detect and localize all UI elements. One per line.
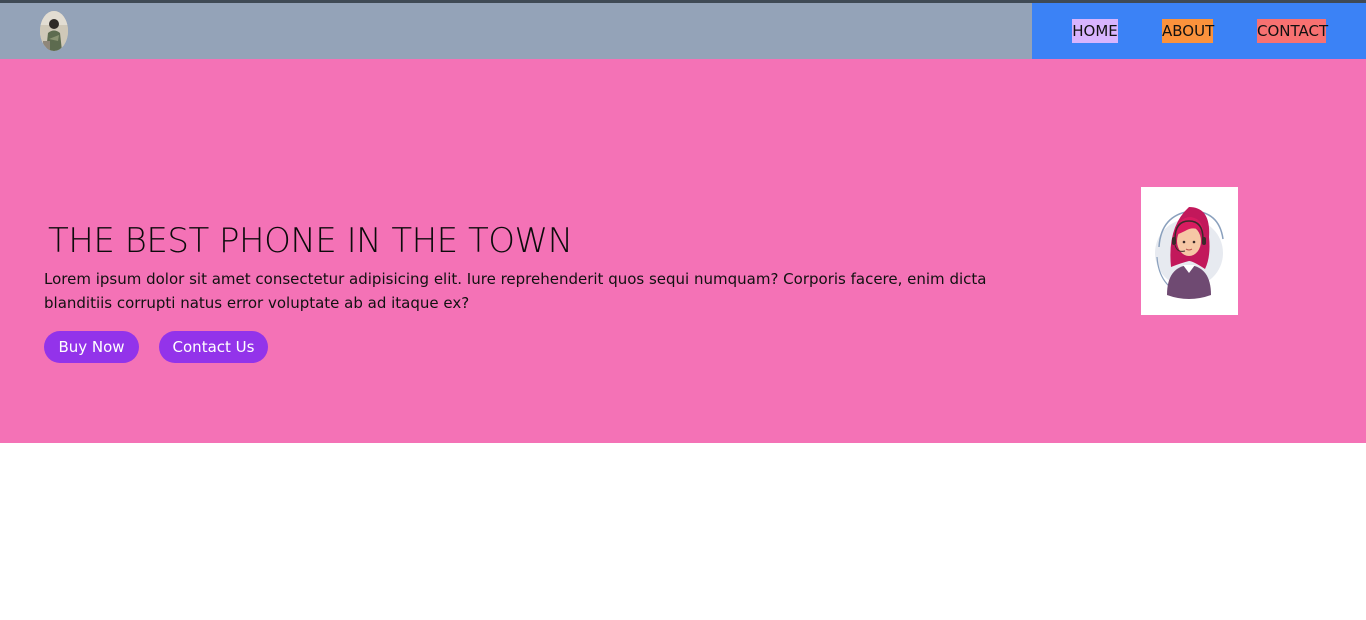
hero-title: THE BEST PHONE IN THE TOWN	[48, 221, 573, 261]
hero-section: THE BEST PHONE IN THE TOWN Lorem ipsum d…	[0, 59, 1366, 443]
nav-contact-link[interactable]: CONTACT	[1257, 19, 1328, 43]
buy-now-button[interactable]: Buy Now	[44, 331, 139, 363]
hero-description: Lorem ipsum dolor sit amet consectetur a…	[44, 270, 987, 312]
support-agent-illustration-icon	[1141, 187, 1238, 315]
site-header: HOME ABOUT CONTACT	[0, 3, 1366, 59]
nav-home-link[interactable]: HOME	[1072, 19, 1118, 43]
nav-about-link[interactable]: ABOUT	[1162, 19, 1214, 43]
contact-us-button[interactable]: Contact Us	[159, 331, 268, 363]
header-left-panel	[0, 3, 1032, 59]
logo-avatar-icon[interactable]	[40, 11, 68, 51]
